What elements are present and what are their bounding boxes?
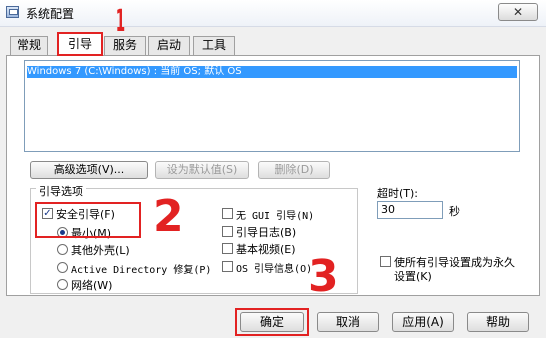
system-config-window: 系统配置 ✕ 常规 引导 服务 启动 工具 Windows 7 (C:\Wind… (0, 0, 546, 338)
apply-button[interactable]: 应用(A) (392, 312, 454, 332)
annotation-number-3: 3 (308, 251, 339, 302)
timeout-input[interactable]: 30 (377, 201, 443, 219)
close-button[interactable]: ✕ (498, 3, 538, 21)
window-title: 系统配置 (26, 7, 75, 21)
tab-label: 引导 (67, 37, 92, 51)
tab-boot[interactable]: 引导 (57, 32, 103, 56)
make-permanent-checkbox[interactable] (380, 256, 391, 267)
annotation-number-1: 1 (115, 4, 126, 39)
tab-label: 常规 (16, 38, 41, 52)
safe-boot-label: 安全引导(F) (56, 208, 115, 221)
network-label: 网络(W) (71, 279, 113, 292)
minimal-radio[interactable] (57, 227, 68, 238)
os-boot-info-label: OS 引导信息(O) (236, 264, 313, 275)
active-directory-radio[interactable] (57, 262, 68, 273)
make-permanent-label-line2: 设置(K) (394, 270, 432, 283)
boot-options-title: 引导选项 (36, 183, 86, 199)
timeout-label: 超时(T): (377, 187, 419, 200)
boot-entry-list[interactable]: Windows 7 (C:\Windows) : 当前 OS; 默认 OS (24, 60, 520, 152)
cancel-button[interactable]: 取消 (317, 312, 379, 332)
safe-boot-checkbox[interactable]: ✓ (42, 208, 53, 219)
no-gui-boot-label: 无 GUI 引导(N) (236, 211, 315, 222)
set-default-button[interactable]: 设为默认值(S) (155, 161, 249, 179)
delete-button[interactable]: 删除(D) (258, 161, 330, 179)
active-directory-label: Active Directory 修复(P) (71, 265, 212, 276)
base-video-checkbox[interactable] (222, 243, 233, 254)
alternate-shell-label: 其他外壳(L) (71, 244, 130, 257)
tab-label: 启动 (156, 38, 181, 52)
no-gui-boot-checkbox[interactable] (222, 208, 233, 219)
boot-entry-row[interactable]: Windows 7 (C:\Windows) : 当前 OS; 默认 OS (27, 66, 517, 78)
tab-label: 服务 (112, 38, 137, 52)
os-boot-info-checkbox[interactable] (222, 261, 233, 272)
minimal-label: 最小(M) (71, 227, 112, 240)
tab-label: 工具 (201, 38, 226, 52)
tab-startup[interactable]: 启动 (148, 36, 190, 55)
tab-general[interactable]: 常规 (10, 36, 48, 55)
boot-log-checkbox[interactable] (222, 226, 233, 237)
help-button[interactable]: 帮助 (467, 312, 529, 332)
timeout-unit: 秒 (449, 205, 460, 218)
tab-tools[interactable]: 工具 (193, 36, 235, 55)
boot-log-label: 引导日志(B) (236, 226, 297, 239)
system-config-icon (6, 6, 19, 18)
network-radio[interactable] (57, 279, 68, 290)
title-bar: 系统配置 ✕ (0, 0, 546, 27)
alternate-shell-radio[interactable] (57, 244, 68, 255)
close-icon: ✕ (512, 5, 524, 19)
advanced-options-button[interactable]: 高级选项(V)... (30, 161, 148, 179)
base-video-label: 基本视频(E) (236, 243, 296, 256)
ok-button[interactable]: 确定 (240, 312, 304, 332)
checkmark-icon: ✓ (43, 208, 52, 219)
annotation-number-2: 2 (153, 191, 184, 242)
